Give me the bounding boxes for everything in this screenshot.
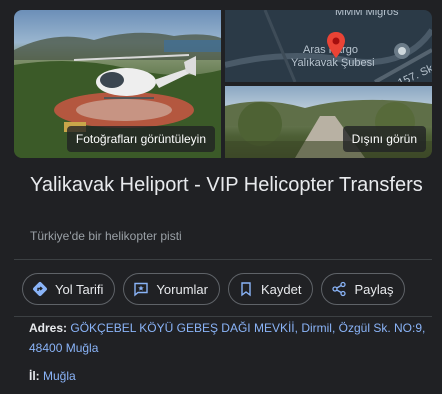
address-row: Adres: GÖKÇEBEL KÖYÜ GEBEŞ DAĞI MEVKİİ, … bbox=[29, 318, 429, 358]
street-view-photo[interactable]: Dışını görün bbox=[225, 86, 432, 158]
place-title: Yalikavak Heliport - VIP Helicopter Tran… bbox=[30, 174, 423, 196]
map-label-sube: Yalıkavak Şubesi bbox=[291, 57, 375, 69]
bookmark-icon bbox=[238, 281, 254, 297]
map-pin-icon bbox=[327, 32, 345, 58]
share-icon bbox=[331, 281, 347, 297]
reviews-button[interactable]: Yorumlar bbox=[123, 273, 220, 305]
view-photos-button[interactable]: Fotoğrafları görüntüleyin bbox=[66, 126, 215, 152]
directions-icon bbox=[32, 281, 48, 297]
map-thumbnail[interactable]: MMM Migros Aras Kargo Yalıkavak Şubesi 1… bbox=[225, 10, 432, 82]
divider bbox=[14, 259, 432, 260]
reviews-icon bbox=[133, 281, 149, 297]
action-bar: Yol Tarifi Yorumlar Kaydet Paylaş bbox=[22, 273, 406, 305]
address-label: Adres: bbox=[29, 321, 68, 335]
save-button[interactable]: Kaydet bbox=[227, 273, 314, 305]
photo-collage: Fotoğrafları görüntüleyin MMM Migros Ara… bbox=[14, 10, 432, 158]
directions-button[interactable]: Yol Tarifi bbox=[22, 273, 116, 305]
street-view-button[interactable]: Dışını görün bbox=[342, 126, 426, 152]
place-marker-icon bbox=[394, 43, 410, 59]
map-label-migros: MMM Migros bbox=[335, 10, 399, 18]
reviews-label: Yorumlar bbox=[156, 281, 208, 297]
save-label: Kaydet bbox=[260, 281, 302, 297]
place-category[interactable]: Türkiye'de bir helikopter pisti bbox=[30, 229, 182, 243]
place-panel: Fotoğrafları görüntüleyin MMM Migros Ara… bbox=[0, 0, 442, 394]
directions-label: Yol Tarifi bbox=[55, 281, 104, 297]
province-link[interactable]: Muğla bbox=[43, 369, 76, 383]
address-link[interactable]: GÖKÇEBEL KÖYÜ GEBEŞ DAĞI MEVKİİ, Dirmil,… bbox=[29, 321, 425, 355]
share-label: Paylaş bbox=[354, 281, 394, 297]
province-row: İl: Muğla bbox=[29, 366, 429, 386]
divider bbox=[14, 316, 432, 317]
main-photo[interactable]: Fotoğrafları görüntüleyin bbox=[14, 10, 221, 158]
province-label: İl: bbox=[29, 369, 40, 383]
share-button[interactable]: Paylaş bbox=[321, 273, 406, 305]
